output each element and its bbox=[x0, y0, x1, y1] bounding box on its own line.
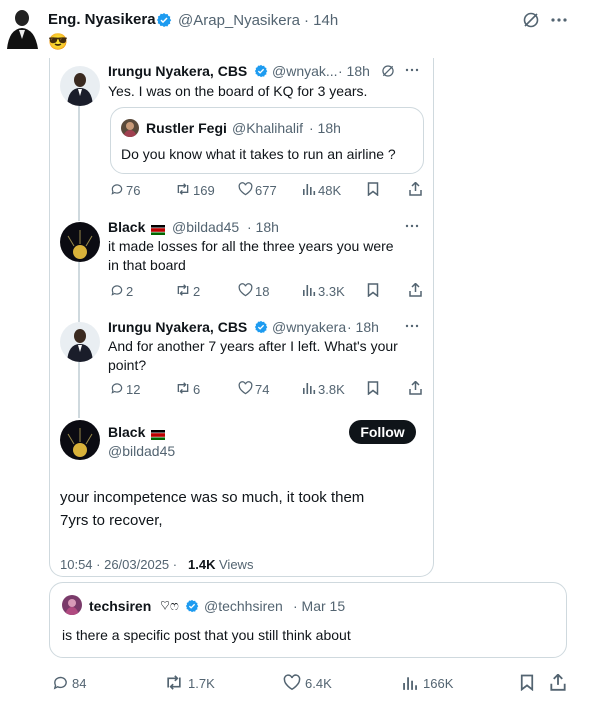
nested-quote-card[interactable] bbox=[110, 107, 424, 174]
tweet1-like-icon[interactable] bbox=[238, 182, 253, 201]
tweet1-repost-icon[interactable] bbox=[175, 182, 191, 201]
tweet3-reply-count: 12 bbox=[126, 382, 141, 397]
rustler-avatar[interactable] bbox=[121, 119, 139, 137]
techsiren-verified-icon bbox=[185, 599, 199, 618]
tweet1-views-icon[interactable] bbox=[302, 182, 316, 201]
tweet2-reply-icon[interactable] bbox=[110, 283, 124, 302]
tweet4-timestamp[interactable]: 10:54 · 26/03/2025 · bbox=[60, 557, 177, 572]
nested-text: Do you know what it takes to run an airl… bbox=[121, 146, 396, 162]
tweet4-text-line2: 7yrs to recover, bbox=[60, 512, 163, 529]
tweet3-repost-icon[interactable] bbox=[175, 381, 191, 400]
techsiren-time[interactable]: · Mar 15 bbox=[293, 598, 345, 614]
thread-connector-line bbox=[78, 106, 80, 221]
repost-count: 1.7K bbox=[188, 676, 215, 691]
tweet2-share-icon[interactable] bbox=[409, 282, 422, 302]
tweet1-repost-count: 169 bbox=[193, 183, 215, 198]
techsiren-emoji: ♡ෆ bbox=[160, 598, 179, 613]
main-author-name[interactable]: Eng. Nyasikera bbox=[48, 11, 156, 28]
black-avatar[interactable] bbox=[60, 222, 100, 262]
tweet3-handle[interactable]: @wnyakera bbox=[272, 319, 346, 335]
tweet3-reply-icon[interactable] bbox=[110, 381, 124, 400]
tweet3-text-line2: point? bbox=[108, 357, 147, 373]
tweet2-repost-icon[interactable] bbox=[175, 283, 191, 302]
grok-icon[interactable] bbox=[522, 11, 540, 34]
tweet3-time[interactable]: · 18h bbox=[347, 319, 379, 335]
tweet1-views-count: 48K bbox=[318, 183, 342, 198]
like-count: 6.4K bbox=[305, 676, 332, 691]
techsiren-author-name[interactable]: techsiren bbox=[89, 598, 151, 614]
thread-connector-line bbox=[78, 362, 80, 418]
irungu-avatar[interactable] bbox=[60, 66, 100, 106]
bookmark-icon[interactable] bbox=[520, 674, 534, 696]
tweet2-text-line2: in that board bbox=[108, 257, 186, 273]
bottom-quote-card[interactable] bbox=[49, 582, 567, 658]
tweet1-verified-icon bbox=[254, 64, 268, 83]
kenya-flag-icon bbox=[151, 222, 165, 235]
repost-icon[interactable] bbox=[164, 674, 184, 696]
tweet1-reply-count: 76 bbox=[126, 183, 141, 198]
tweet2-author-name[interactable]: Black bbox=[108, 219, 145, 235]
tweet1-more-icon[interactable] bbox=[404, 63, 420, 81]
tweet3-like-count: 74 bbox=[255, 382, 270, 397]
tweet1-handle[interactable]: @wnyak... bbox=[272, 63, 338, 79]
nested-author-name[interactable]: Rustler Fegi bbox=[146, 120, 227, 136]
tweet2-handle[interactable]: @bildad45 bbox=[172, 219, 239, 235]
black-avatar[interactable] bbox=[60, 420, 100, 460]
techsiren-text: is there a specific post that you still … bbox=[62, 627, 351, 643]
tweet4-author-name[interactable]: Black bbox=[108, 424, 145, 440]
views-icon[interactable] bbox=[402, 675, 418, 696]
thread-connector-line bbox=[78, 262, 80, 322]
main-verified-icon bbox=[156, 12, 172, 33]
tweet4-views-label: Views bbox=[219, 557, 254, 572]
tweet1-text: Yes. I was on the board of KQ for 3 year… bbox=[108, 83, 368, 99]
more-options-icon[interactable] bbox=[550, 12, 568, 33]
main-author-handle[interactable]: @Arap_Nyasikera bbox=[178, 12, 300, 29]
tweet1-reply-icon[interactable] bbox=[110, 182, 124, 201]
tweet3-repost-count: 6 bbox=[193, 382, 201, 397]
tweet1-bookmark-icon[interactable] bbox=[367, 182, 379, 201]
tweet2-time[interactable]: · 18h bbox=[247, 219, 279, 235]
reply-icon[interactable] bbox=[52, 674, 69, 696]
tweet1-author-name[interactable]: Irungu Nyakera, CBS bbox=[108, 63, 247, 79]
tweet3-views-icon[interactable] bbox=[302, 381, 316, 400]
tweet3-views-count: 3.8K bbox=[318, 382, 345, 397]
tweet1-share-icon[interactable] bbox=[409, 181, 422, 201]
tweet4-views-count: 1.4K bbox=[188, 557, 216, 572]
share-icon[interactable] bbox=[550, 673, 566, 696]
tweet2-repost-count: 2 bbox=[193, 284, 201, 299]
tweet2-like-count: 18 bbox=[255, 284, 270, 299]
tweet3-share-icon[interactable] bbox=[409, 380, 422, 400]
tweet3-author-name[interactable]: Irungu Nyakera, CBS bbox=[108, 319, 247, 335]
nested-handle[interactable]: @Khalihalif bbox=[232, 120, 303, 136]
main-post-text: 😎 bbox=[48, 34, 68, 51]
tweet2-views-count: 3.3K bbox=[318, 284, 345, 299]
tweet3-text-line1: And for another 7 years after I left. Wh… bbox=[108, 338, 398, 354]
techsiren-avatar[interactable] bbox=[62, 595, 82, 615]
tweet3-verified-icon bbox=[254, 320, 268, 339]
tweet2-text-line1: it made losses for all the three years y… bbox=[108, 238, 394, 254]
tweet3-more-icon[interactable] bbox=[404, 319, 420, 337]
tweet1-like-count: 677 bbox=[255, 183, 277, 198]
nested-time[interactable]: · 18h bbox=[309, 120, 341, 136]
main-post-time[interactable]: · 14h bbox=[304, 12, 338, 29]
kenya-flag-icon bbox=[151, 427, 165, 440]
tweet1-time[interactable]: · 18h bbox=[338, 63, 370, 79]
tweet3-like-icon[interactable] bbox=[238, 381, 253, 400]
tweet1-grok-icon[interactable] bbox=[381, 64, 395, 83]
follow-button[interactable]: Follow bbox=[349, 420, 416, 444]
tweet2-reply-count: 2 bbox=[126, 284, 134, 299]
like-icon[interactable] bbox=[283, 674, 301, 696]
tweet4-text-line1: your incompetence was so much, it took t… bbox=[60, 489, 365, 506]
tweet2-like-icon[interactable] bbox=[238, 283, 253, 302]
reply-count: 84 bbox=[72, 676, 87, 691]
techsiren-handle[interactable]: @techhsiren bbox=[204, 598, 283, 614]
tweet2-bookmark-icon[interactable] bbox=[367, 283, 379, 302]
tweet3-bookmark-icon[interactable] bbox=[367, 381, 379, 400]
tweet2-views-icon[interactable] bbox=[302, 283, 316, 302]
tweet2-more-icon[interactable] bbox=[404, 219, 420, 237]
views-count: 166K bbox=[423, 676, 454, 691]
tweet4-handle[interactable]: @bildad45 bbox=[108, 443, 175, 459]
main-author-avatar[interactable] bbox=[3, 5, 43, 51]
irungu-avatar[interactable] bbox=[60, 322, 100, 362]
